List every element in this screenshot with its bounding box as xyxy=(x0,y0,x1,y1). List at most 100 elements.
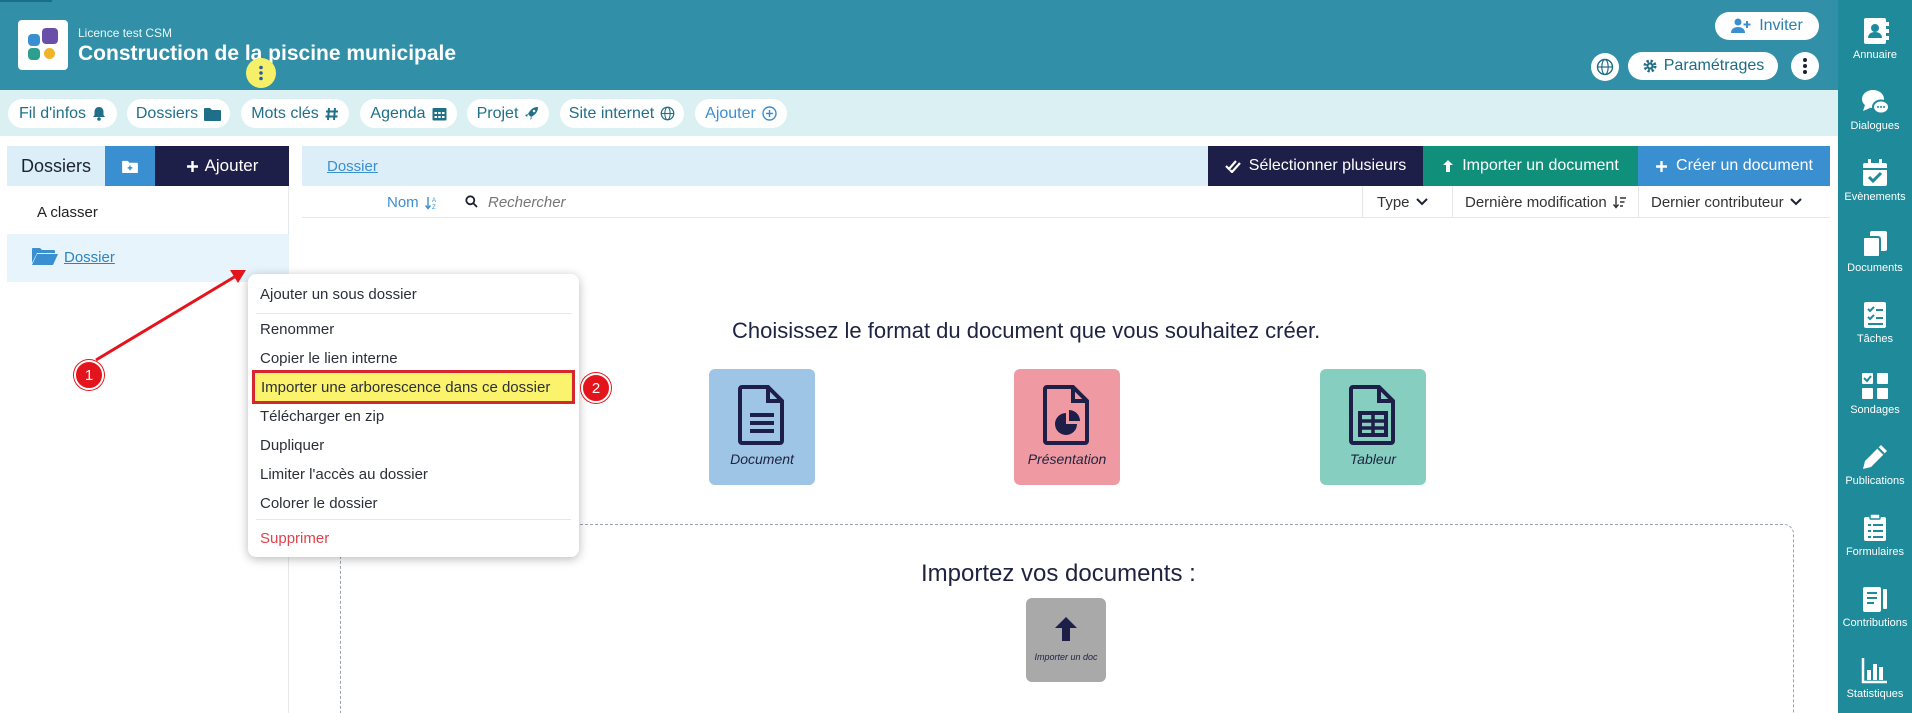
chart-icon xyxy=(1861,658,1887,684)
search-input[interactable] xyxy=(488,191,988,213)
format-label: Présentation xyxy=(1027,451,1107,467)
sidebar-item-label: Tâches xyxy=(1856,333,1894,345)
menu-import-tree-label: Importer une arborescence dans ce dossie… xyxy=(261,379,551,396)
svg-text:A: A xyxy=(432,198,436,204)
plus-circle-icon xyxy=(762,106,777,121)
file-chart-pie-icon xyxy=(1043,385,1089,445)
sidebar-item-documents[interactable]: Documents xyxy=(1838,229,1912,295)
double-check-icon xyxy=(1225,160,1241,173)
menu-duplicate[interactable]: Dupliquer xyxy=(260,437,324,454)
format-document-card[interactable]: Document xyxy=(709,369,815,485)
menu-delete[interactable]: Supprimer xyxy=(260,530,329,547)
sort-by-last-modified[interactable]: Dernière modification xyxy=(1452,186,1639,218)
column-type-label: Type xyxy=(1377,193,1410,211)
plus-icon xyxy=(1656,160,1668,172)
svg-text:Z: Z xyxy=(432,205,436,210)
sidebar-item-label: Publications xyxy=(1845,475,1905,487)
sort-alpha-icon: AZ xyxy=(424,196,436,210)
sidebar-item-sondages[interactable]: Sondages xyxy=(1838,371,1912,437)
sidebar-item-taches[interactable]: Tâches xyxy=(1838,300,1912,366)
format-label: Document xyxy=(730,451,794,467)
pen-icon xyxy=(1863,445,1887,469)
sidebar-item-label: Evènements xyxy=(1844,191,1906,203)
sidebar-item-evenements[interactable]: Evènements xyxy=(1838,158,1912,224)
format-label: Tableur xyxy=(1349,451,1397,467)
tab-projet[interactable]: Projet xyxy=(467,99,549,128)
settings-label: Paramétrages xyxy=(1663,57,1765,74)
breadcrumb[interactable]: Dossier xyxy=(327,158,378,175)
menu-separator xyxy=(256,313,571,314)
tab-ajouter[interactable]: Ajouter xyxy=(695,99,787,128)
sidebar-item-annuaire[interactable]: Annuaire xyxy=(1838,16,1912,82)
format-presentation-card[interactable]: Présentation xyxy=(1014,369,1120,485)
invite-button[interactable]: Inviter xyxy=(1715,12,1819,40)
sidebar-item-label: Formulaires xyxy=(1845,546,1905,558)
menu-limit-access[interactable]: Limiter l'accès au dossier xyxy=(260,466,428,483)
globe-icon xyxy=(660,106,675,121)
rocket-icon xyxy=(525,107,539,120)
column-contributor-label: Dernier contributeur xyxy=(1651,193,1784,211)
select-multiple-button[interactable]: Sélectionner plusieurs xyxy=(1208,146,1423,186)
contributions-icon xyxy=(1863,587,1887,612)
import-tile-label: Importer un doc xyxy=(1034,652,1098,662)
import-document-button[interactable]: Importer un document xyxy=(1423,146,1638,186)
search-icon xyxy=(465,195,478,208)
column-name-label: Nom xyxy=(387,194,419,211)
import-doc-tile[interactable]: Importer un doc xyxy=(1026,598,1106,682)
header-more-button[interactable] xyxy=(1791,52,1819,80)
hashtag-icon xyxy=(325,107,338,120)
chat-icon xyxy=(1862,90,1890,115)
chevron-down-icon xyxy=(1789,198,1802,206)
column-modified-label: Dernière modification xyxy=(1465,193,1607,211)
tab-label: Ajouter xyxy=(705,104,756,122)
sidebar-item-statistiques[interactable]: Statistiques xyxy=(1838,655,1912,713)
filter-last-contributor[interactable]: Dernier contributeur xyxy=(1638,186,1814,218)
annotation-badge-2: 2 xyxy=(581,373,611,403)
choose-format-title: Choisissez le format du document que vou… xyxy=(732,318,1321,343)
form-icon xyxy=(1864,513,1886,541)
import-document-label: Importer un document xyxy=(1462,157,1619,174)
calendar-icon xyxy=(432,108,447,121)
sidebar-item-label: Contributions xyxy=(1842,617,1908,629)
kebab-icon xyxy=(1803,58,1807,74)
sidebar-item-label: Dialogues xyxy=(1850,120,1900,132)
sidebar-item-publications[interactable]: Publications xyxy=(1838,442,1912,508)
annotation-arrow xyxy=(95,270,246,362)
menu-color-folder[interactable]: Colorer le dossier xyxy=(260,495,378,512)
create-document-label: Créer un document xyxy=(1676,157,1813,174)
calendar-check-icon xyxy=(1863,159,1887,186)
documents-column-bar: Nom AZ Type Dernière modification Dernie… xyxy=(302,186,1830,218)
sidebar-item-formulaires[interactable]: Formulaires xyxy=(1838,513,1912,579)
annotation-badge-1: 1 xyxy=(74,360,104,390)
file-lines-icon xyxy=(738,385,784,445)
address-book-icon xyxy=(1864,18,1889,44)
arrow-up-icon xyxy=(1055,617,1077,641)
gear-icon xyxy=(1643,59,1657,73)
filter-type[interactable]: Type xyxy=(1362,186,1442,218)
arrow-up-icon xyxy=(1443,160,1454,172)
language-button[interactable] xyxy=(1591,53,1619,81)
sidebar-item-contributions[interactable]: Contributions xyxy=(1838,584,1912,650)
settings-button[interactable]: Paramétrages xyxy=(1628,52,1778,80)
sidebar-item-label: Sondages xyxy=(1850,404,1900,416)
tasks-icon xyxy=(1864,302,1886,328)
sort-by-name[interactable]: Nom AZ xyxy=(387,194,439,211)
sidebar-item-label: Annuaire xyxy=(1852,49,1898,61)
tab-label: Site internet xyxy=(568,104,655,122)
sidebar-item-label: Statistiques xyxy=(1846,688,1904,700)
create-document-button[interactable]: Créer un document xyxy=(1638,146,1830,186)
sidebar-item-dialogues[interactable]: Dialogues xyxy=(1838,87,1912,153)
tab-label: Projet xyxy=(476,104,519,122)
documents-icon xyxy=(1862,231,1887,258)
menu-download-zip[interactable]: Télécharger en zip xyxy=(260,408,384,425)
tab-site-internet[interactable]: Site internet xyxy=(560,99,684,128)
sidebar-item-label: Documents xyxy=(1847,262,1903,274)
menu-separator xyxy=(256,519,571,520)
file-table-icon xyxy=(1349,385,1395,445)
format-spreadsheet-card[interactable]: Tableur xyxy=(1320,369,1426,485)
select-multiple-label: Sélectionner plusieurs xyxy=(1248,157,1407,174)
tab-agenda[interactable]: Agenda xyxy=(360,99,457,128)
chevron-down-icon xyxy=(1415,198,1428,206)
menu-import-tree[interactable]: Importer une arborescence dans ce dossie… xyxy=(252,370,575,404)
globe-icon xyxy=(1596,58,1614,76)
